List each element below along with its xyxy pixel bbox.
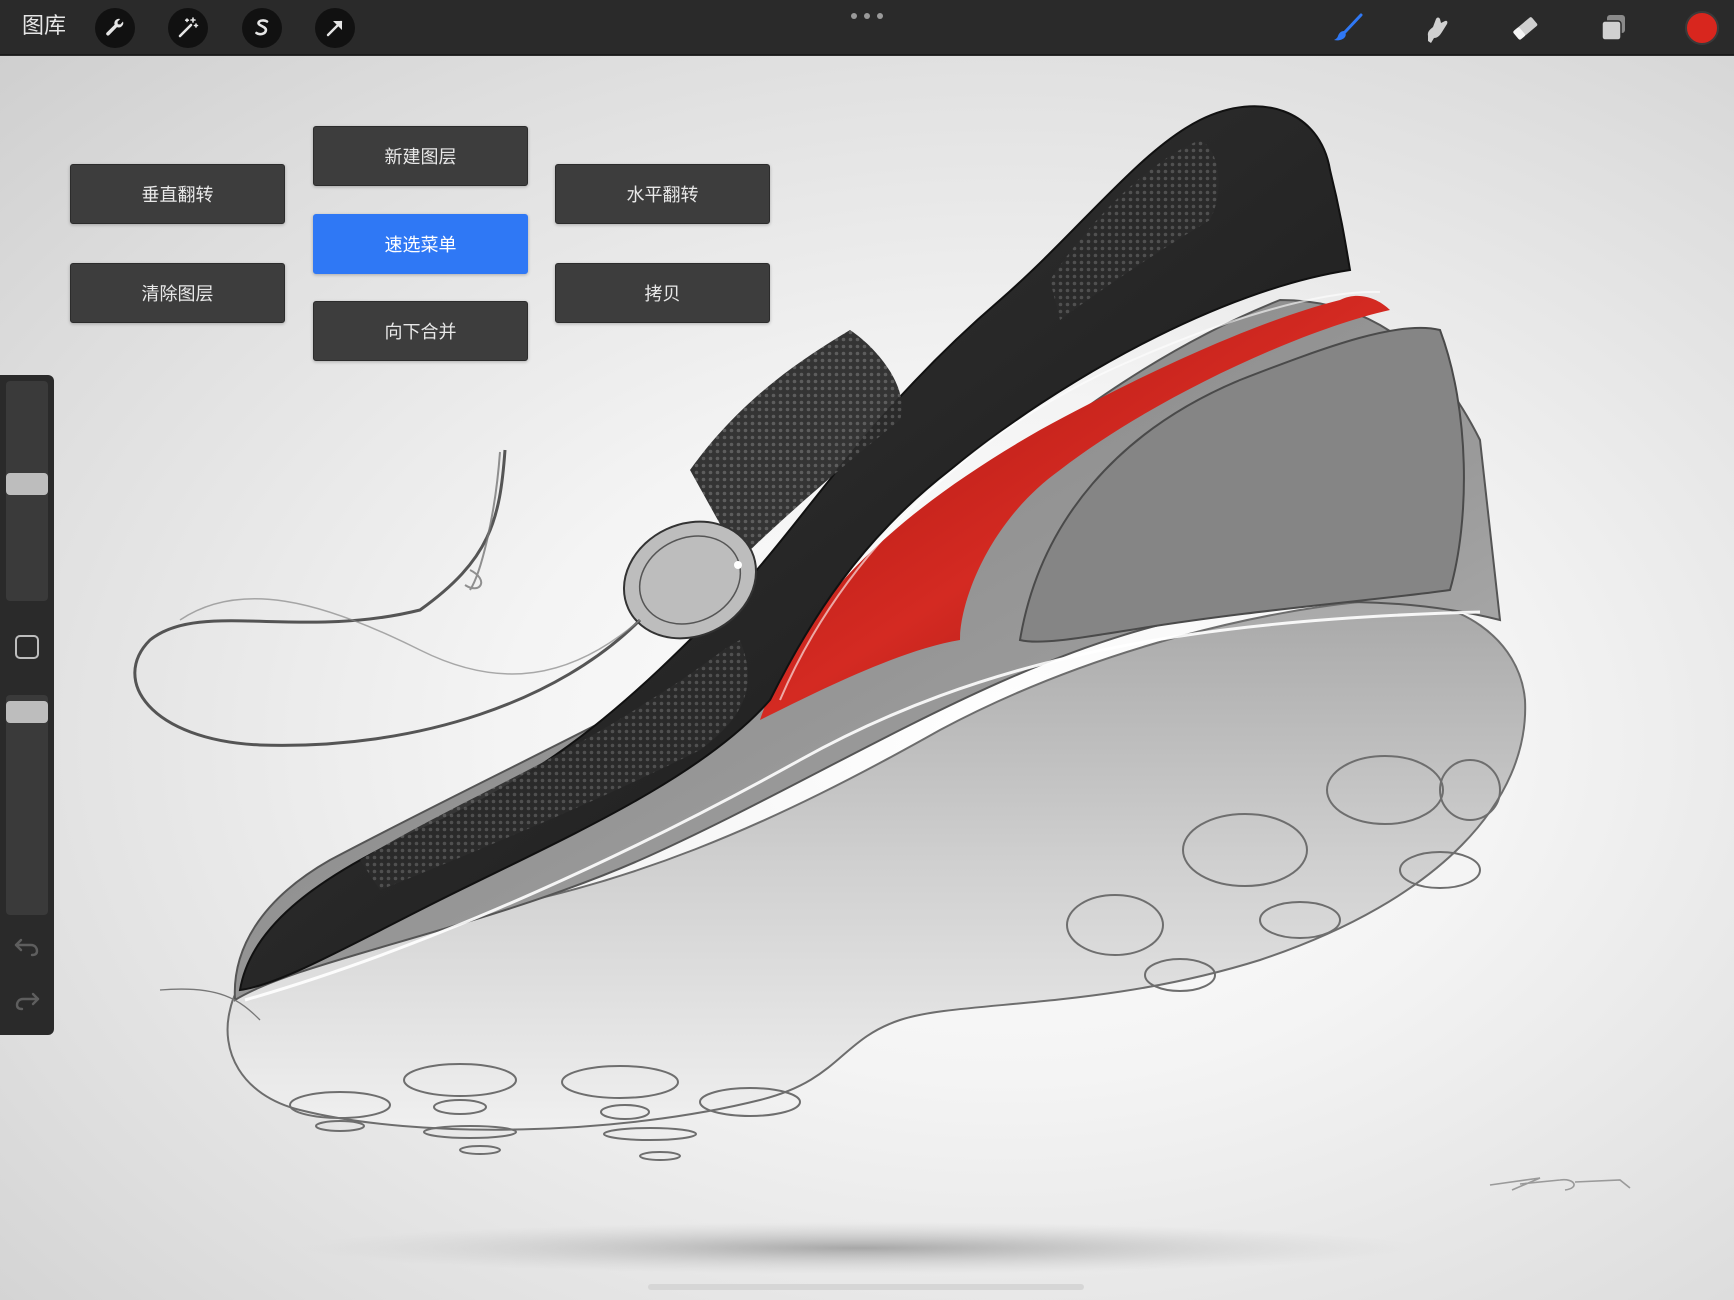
magic-wand-icon[interactable]	[168, 8, 208, 48]
selection-s-icon[interactable]	[242, 8, 282, 48]
left-sidebar	[0, 375, 54, 1035]
top-toolbar: 图库	[0, 0, 1734, 55]
flip-vertical-button[interactable]: 垂直翻转	[70, 164, 285, 224]
square-modify-icon[interactable]	[15, 635, 39, 659]
clear-layer-button[interactable]: 清除图层	[70, 263, 285, 323]
home-indicator[interactable]	[648, 1284, 1084, 1290]
opacity-thumb[interactable]	[6, 701, 48, 723]
brush-icon[interactable]	[1329, 8, 1369, 48]
smudge-icon[interactable]	[1417, 8, 1457, 48]
redo-icon[interactable]	[13, 989, 41, 1011]
drawing-canvas[interactable]: 新建图层 垂直翻转 速选菜单 水平翻转 清除图层 拷贝 向下合并	[0, 56, 1734, 1300]
flip-horizontal-button[interactable]: 水平翻转	[555, 164, 770, 224]
arrow-cursor-icon[interactable]	[315, 8, 355, 48]
opacity-slider[interactable]	[6, 695, 48, 915]
quick-menu-button[interactable]: 速选菜单	[313, 214, 528, 274]
more-options-icon[interactable]	[851, 10, 883, 22]
wrench-icon[interactable]	[95, 8, 135, 48]
new-layer-button[interactable]: 新建图层	[313, 126, 528, 186]
shoe-sketch-artwork	[133, 105, 1631, 1274]
color-picker-swatch[interactable]	[1685, 11, 1719, 45]
merge-down-button[interactable]: 向下合并	[313, 301, 528, 361]
gallery-button[interactable]: 图库	[22, 12, 66, 42]
eraser-icon[interactable]	[1505, 8, 1545, 48]
undo-icon[interactable]	[13, 935, 41, 957]
copy-button[interactable]: 拷贝	[555, 263, 770, 323]
layers-icon[interactable]	[1594, 8, 1634, 48]
brush-size-thumb[interactable]	[6, 473, 48, 495]
